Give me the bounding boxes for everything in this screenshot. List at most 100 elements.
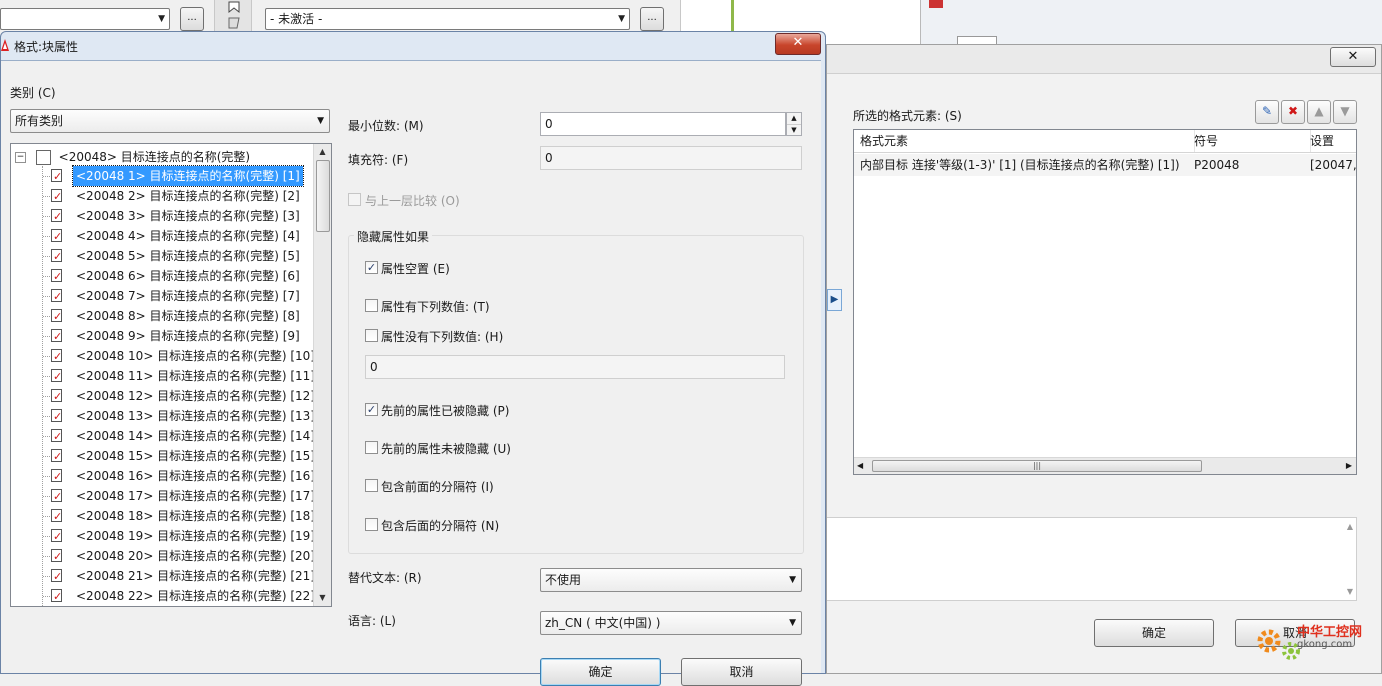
dialog-client: 类别 (C) 所有类别 ▼ − <20048> 目标连接点的名称(完整) <20… [1, 60, 821, 686]
chevron-down-icon: ▼ [317, 116, 324, 126]
tree-branch-line [43, 296, 50, 297]
checked-attribute-icon [51, 587, 62, 606]
include-prefix-separator-label: 包含前面的分隔符 (I) [381, 480, 494, 494]
tree-item-label: <20048 7> 目标连接点的名称(完整) [7] [76, 289, 300, 303]
background-window-top [920, 0, 1382, 44]
tree-branch-line [43, 576, 50, 577]
dialog-titlebar[interactable]: 格式:块属性 ✕ [1, 32, 825, 60]
background-combo[interactable]: ▼ [0, 8, 170, 30]
attribute-tree[interactable]: − <20048> 目标连接点的名称(完整) <20048 1> 目标连接点的名… [10, 143, 332, 607]
tree-item-label: <20048 12> 目标连接点的名称(完整) [12] [76, 389, 315, 403]
background-browse-button[interactable]: ... [180, 7, 204, 31]
tree-guide-line [42, 166, 44, 606]
attribute-values-input[interactable]: 0 [365, 355, 785, 379]
tree-item-label: <20048 17> 目标连接点的名称(完整) [17] [76, 489, 315, 503]
tree-item-label: <20048 22> 目标连接点的名称(完整) [22] [76, 589, 315, 603]
scroll-down-icon[interactable]: ▼ [1347, 587, 1353, 596]
stepper-down-icon[interactable]: ▼ [787, 125, 801, 136]
cancel-button[interactable]: 取消 [681, 658, 802, 686]
background-ok-button[interactable]: 确定 [1094, 619, 1214, 647]
table-row[interactable]: 内部目标 连接'等级(1-3)' [1] (目标连接点的名称(完整) [1]) … [854, 154, 1357, 176]
watermark-text: 中华工控网 [1297, 625, 1363, 640]
checked-attribute-icon [51, 327, 62, 347]
min-digits-label: 最小位数: (M) [348, 119, 424, 133]
column-header-element[interactable]: 格式元素 [854, 130, 1195, 152]
format-elements-list[interactable]: 格式元素 符号 设置 内部目标 连接'等级(1-3)' [1] (目标连接点的名… [853, 129, 1357, 475]
tree-root-node[interactable]: − <20048> 目标连接点的名称(完整) [15, 148, 250, 166]
tree-branch-line [43, 356, 50, 357]
app-logo-icon [1, 39, 9, 51]
hide-if-empty-checkbox[interactable]: ✓ [365, 261, 378, 274]
bookmark-icon [228, 1, 240, 29]
category-label: 类别 (C) [10, 86, 56, 100]
collapse-icon[interactable]: − [15, 152, 26, 163]
row-setting-cell: [20047, [1310, 158, 1357, 172]
tree-branch-line [43, 316, 50, 317]
tree-branch-line [43, 236, 50, 237]
hide-if-not-values-checkbox[interactable] [365, 329, 378, 342]
watermark-url: gkong.com [1297, 639, 1353, 650]
background-close-button[interactable]: ✕ [1330, 47, 1376, 67]
move-up-icon[interactable]: ▲ [1307, 100, 1331, 124]
tree-item-label: <20048 1> 目标连接点的名称(完整) [1] [72, 165, 304, 187]
column-header-symbol[interactable]: 符号 [1188, 130, 1311, 152]
tree-vertical-scrollbar[interactable]: ▲ ▼ [313, 144, 331, 606]
tree-item-label: <20048 14> 目标连接点的名称(完整) [14] [76, 429, 315, 443]
scroll-right-icon[interactable]: ▶ [1346, 458, 1352, 474]
ok-button[interactable]: 确定 [540, 658, 661, 686]
prev-not-hidden-checkbox[interactable] [365, 441, 378, 454]
column-header-setting[interactable]: 设置 [1304, 130, 1364, 152]
include-prefix-separator-checkbox[interactable] [365, 479, 378, 492]
checked-attribute-icon [51, 247, 62, 267]
scroll-thumb[interactable] [316, 160, 330, 232]
scroll-up-icon[interactable]: ▲ [1347, 522, 1353, 531]
scroll-up-icon[interactable]: ▲ [314, 144, 331, 160]
tree-branch-line [43, 376, 50, 377]
delete-icon[interactable]: ✖ [1281, 100, 1305, 124]
tree-branch-line [43, 456, 50, 457]
compare-upper-label: 与上一层比较 (O) [365, 194, 460, 208]
language-select[interactable]: zh_CN ( 中文(中国) ) ▼ [540, 611, 802, 635]
move-down-icon[interactable]: ▼ [1333, 100, 1357, 124]
min-digits-stepper[interactable]: ▲ ▼ [786, 112, 802, 136]
compare-upper-checkbox[interactable] [348, 193, 361, 206]
selected-elements-label: 所选的格式元素: (S) [853, 109, 962, 123]
fill-char-input[interactable]: 0 [540, 146, 802, 170]
checked-attribute-icon [51, 167, 62, 187]
scroll-thumb[interactable]: ||| [872, 460, 1202, 472]
chevron-down-icon: ▼ [789, 575, 796, 585]
category-select[interactable]: 所有类别 ▼ [10, 109, 330, 133]
background-tab[interactable] [957, 36, 997, 44]
dialog-title: 格式:块属性 [14, 40, 79, 54]
checked-attribute-icon [51, 367, 62, 387]
min-digits-input[interactable]: 0 [540, 112, 786, 136]
checked-attribute-icon [51, 447, 62, 467]
checked-attribute-icon [51, 427, 62, 447]
checked-attribute-icon [51, 387, 62, 407]
checked-attribute-icon [51, 467, 62, 487]
alt-text-select[interactable]: 不使用 ▼ [540, 568, 802, 592]
checked-attribute-icon [51, 267, 62, 287]
prev-hidden-checkbox[interactable]: ✓ [365, 403, 378, 416]
horizontal-scrollbar[interactable]: ◀ ||| ▶ [854, 457, 1356, 474]
checked-attribute-icon [51, 487, 62, 507]
hide-if-values-checkbox[interactable] [365, 299, 378, 312]
move-right-arrow-icon[interactable]: ▶ [827, 289, 842, 311]
hide-attribute-group [348, 235, 804, 554]
row-symbol-cell: P20048 [1194, 158, 1240, 172]
checked-attribute-icon [51, 507, 62, 527]
activation-browse-button[interactable]: ... [640, 7, 664, 31]
scroll-left-icon[interactable]: ◀ [857, 458, 863, 474]
tree-item-label: <20048 19> 目标连接点的名称(完整) [19] [76, 529, 315, 543]
scroll-down-icon[interactable]: ▼ [314, 590, 331, 606]
checked-attribute-icon [51, 307, 62, 327]
chevron-down-icon: ▼ [158, 14, 165, 24]
tree-branch-line [43, 276, 50, 277]
include-suffix-separator-checkbox[interactable] [365, 518, 378, 531]
stepper-up-icon[interactable]: ▲ [787, 113, 801, 125]
close-button[interactable]: ✕ [775, 33, 821, 55]
activation-combo[interactable]: - 未激活 - ▼ [265, 8, 630, 30]
row-element-cell: 内部目标 连接'等级(1-3)' [1] (目标连接点的名称(完整) [1]) [860, 158, 1180, 172]
language-label: 语言: (L) [348, 614, 396, 628]
edit-pencil-icon[interactable]: ✎ [1255, 100, 1279, 124]
